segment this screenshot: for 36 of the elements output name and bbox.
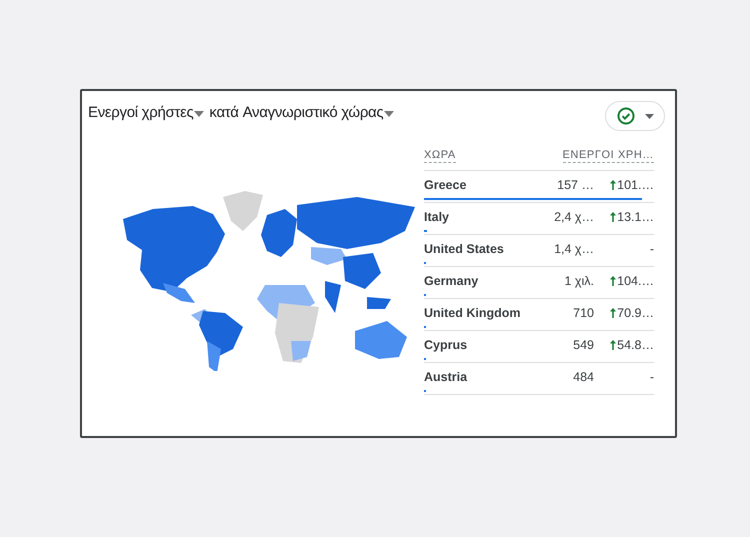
country-name: United States — [424, 240, 505, 258]
user-count: 710 — [572, 304, 594, 322]
country-name: Cyprus — [424, 336, 468, 354]
user-count: 484 — [572, 368, 594, 386]
caret-icon — [384, 111, 394, 118]
status-dropdown[interactable] — [605, 101, 665, 131]
metric-selector[interactable]: Ενεργοί χρήστες — [88, 102, 194, 124]
change-value: 13.1… — [617, 208, 654, 226]
caret-icon — [194, 111, 204, 118]
caret-icon — [644, 114, 654, 118]
change-value: - — [650, 240, 654, 258]
country-name: Germany — [424, 272, 480, 290]
up-arrow-icon — [610, 212, 616, 222]
user-count: 157 … — [556, 176, 594, 194]
up-arrow-icon — [610, 180, 616, 190]
user-count: 1,4 χ… — [553, 240, 594, 258]
change-value: 54.8… — [617, 336, 654, 354]
column-header[interactable]: ΧΩΡΑ — [424, 148, 456, 162]
check-circle-icon — [616, 107, 634, 125]
country-name: Austria — [424, 368, 468, 386]
country-name: Greece — [424, 176, 468, 194]
title-text: κατά — [209, 103, 239, 123]
user-count: 1 χιλ. — [564, 272, 594, 290]
up-arrow-icon — [610, 276, 616, 286]
user-count: 549 — [572, 336, 594, 354]
column-header[interactable]: ΕΝΕΡΓΟΙ ΧΡΗ… — [562, 148, 654, 162]
up-arrow-icon — [610, 308, 616, 318]
change-value: 101.… — [617, 176, 654, 194]
country-name: United Kingdom — [424, 304, 522, 322]
change-value: 104.… — [617, 272, 654, 290]
dimension-selector[interactable]: Αναγνωριστικό χώρας — [242, 102, 384, 124]
country-name: Italy — [424, 208, 450, 226]
user-count: 2,4 χ… — [553, 208, 594, 226]
change-value: - — [650, 368, 654, 386]
change-value: 70.9… — [617, 304, 654, 322]
up-arrow-icon — [610, 340, 616, 350]
